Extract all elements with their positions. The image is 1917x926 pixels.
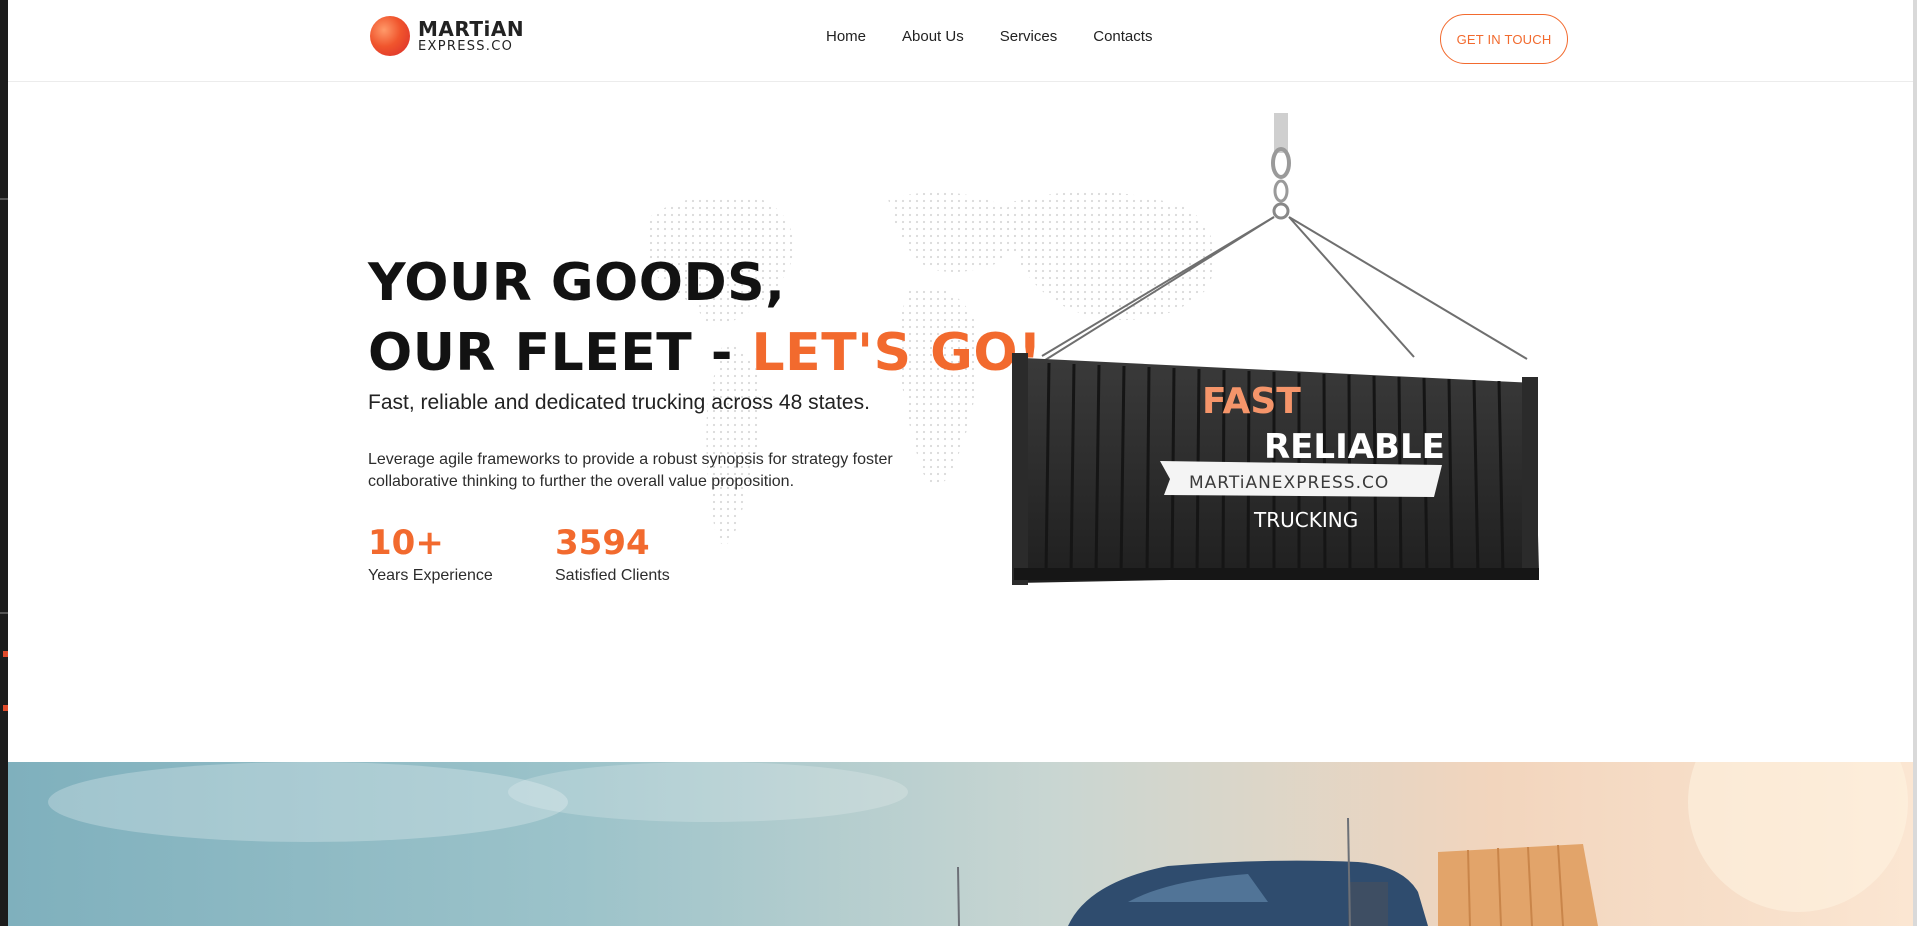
container-text-brand: MARTiANEXPRESS.CO bbox=[1189, 473, 1389, 493]
stat-clients-value: 3594 bbox=[555, 523, 650, 563]
brand-logo[interactable]: MARTiAN EXPRESS.CO bbox=[370, 16, 524, 56]
brand-wordmark: MARTiAN EXPRESS.CO bbox=[418, 19, 524, 53]
site-header: MARTiAN EXPRESS.CO Home About Us Service… bbox=[8, 0, 1913, 82]
hero-title: YOUR GOODS, OUR FLEET - LET'S GO! bbox=[368, 248, 1042, 388]
stat-years-label: Years Experience bbox=[368, 567, 493, 584]
brand-name-line1: MARTiAN bbox=[418, 17, 525, 41]
hanging-container-image: FAST RELIABLE MARTiANEXPRESS.CO TRUCKING bbox=[1012, 113, 1539, 585]
stat-clients: 3594 Satisfied Clients bbox=[555, 521, 670, 585]
hero-description: Leverage agile frameworks to provide a r… bbox=[368, 451, 893, 490]
hero-title-line2: OUR FLEET - LET'S GO! bbox=[368, 318, 1042, 388]
nav-services[interactable]: Services bbox=[1000, 28, 1058, 45]
main-nav: Home About Us Services Contacts bbox=[826, 28, 1188, 45]
get-in-touch-button[interactable]: GET IN TOUCH bbox=[1440, 14, 1568, 64]
hero-subtitle: Fast, reliable and dedicated trucking ac… bbox=[368, 391, 870, 414]
hero-section: YOUR GOODS, OUR FLEET - LET'S GO! Fast, … bbox=[8, 83, 1913, 763]
stat-years-value: 10+ bbox=[368, 523, 444, 563]
nav-contacts[interactable]: Contacts bbox=[1093, 28, 1152, 45]
hero-title-line1: YOUR GOODS, bbox=[368, 253, 786, 313]
brand-name-line2: EXPRESS.CO bbox=[418, 39, 514, 54]
container-text-trucking: TRUCKING bbox=[1253, 508, 1358, 532]
stat-years: 10+ Years Experience bbox=[368, 521, 493, 585]
nav-home[interactable]: Home bbox=[826, 28, 866, 45]
truck-banner-image bbox=[8, 762, 1913, 926]
scrollbar[interactable] bbox=[1913, 0, 1917, 926]
container-text-fast: FAST bbox=[1202, 381, 1301, 422]
planet-logo-icon bbox=[370, 16, 410, 56]
stat-clients-label: Satisfied Clients bbox=[555, 567, 670, 584]
nav-about-us[interactable]: About Us bbox=[902, 28, 964, 45]
hero-title-prefix: OUR FLEET - bbox=[368, 323, 752, 383]
container-text-reliable: RELIABLE bbox=[1264, 427, 1445, 467]
window-edge bbox=[0, 0, 8, 926]
truck-photo bbox=[48, 762, 1908, 926]
